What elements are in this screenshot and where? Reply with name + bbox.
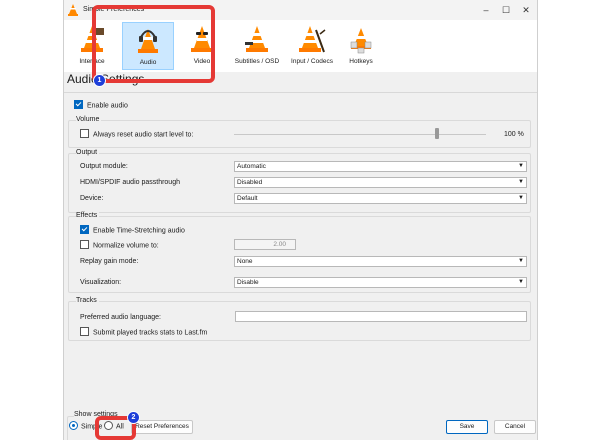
reset-volume-row[interactable]: Always reset audio start level to:: [80, 129, 193, 139]
tab-hotkeys[interactable]: Hotkeys: [340, 22, 382, 68]
visualization-select[interactable]: Disable ▼: [234, 277, 527, 288]
normalize-spinbox[interactable]: 2.00: [234, 239, 296, 250]
passthrough-label: HDMI/SPDIF audio passthrough: [80, 179, 180, 186]
volume-slider-handle[interactable]: [435, 128, 439, 139]
volume-level: 100 %: [504, 131, 524, 138]
step-marker-2: 2: [127, 411, 140, 424]
vlc-cone-subtitles-icon: [245, 26, 268, 52]
replay-gain-select[interactable]: None ▼: [234, 256, 527, 267]
tab-subtitles-osd[interactable]: Subtitles / OSD: [228, 22, 286, 68]
cancel-button[interactable]: Cancel: [494, 420, 536, 434]
vlc-logo-icon: [67, 4, 79, 18]
dropdown-arrow-icon: ▼: [518, 179, 524, 185]
audio-language-input[interactable]: [235, 311, 527, 322]
reset-preferences-button[interactable]: Reset Preferences: [131, 420, 193, 434]
device-label: Device:: [80, 195, 104, 202]
volume-slider-track[interactable]: [234, 134, 486, 135]
replay-gain-label: Replay gain mode:: [80, 258, 139, 265]
vlc-cone-input-icon: [299, 26, 326, 53]
dropdown-arrow-icon: ▼: [518, 279, 524, 285]
output-group-title: Output: [76, 149, 100, 156]
enable-audio-checkbox[interactable]: [74, 100, 83, 109]
lastfm-row[interactable]: Submit played tracks stats to Last.fm: [80, 327, 207, 337]
save-button[interactable]: Save: [446, 420, 488, 434]
passthrough-select[interactable]: Disabled ▼: [234, 177, 527, 188]
reset-volume-checkbox[interactable]: [80, 129, 89, 138]
vlc-cone-hotkeys-icon: [350, 28, 372, 54]
time-stretch-checkbox[interactable]: [80, 225, 89, 234]
dropdown-arrow-icon: ▼: [518, 163, 524, 169]
device-select[interactable]: Default ▼: [234, 193, 527, 204]
settings-panel: Enable audio Volume Always reset audio s…: [64, 92, 537, 407]
dropdown-arrow-icon: ▼: [518, 195, 524, 201]
tracks-group-title: Tracks: [76, 297, 99, 304]
lastfm-checkbox[interactable]: [80, 327, 89, 336]
visualization-label: Visualization:: [80, 279, 122, 286]
output-module-label: Output module:: [80, 163, 128, 170]
close-button[interactable]: ✕: [517, 2, 535, 18]
time-stretch-row[interactable]: Enable Time-Stretching audio: [80, 225, 185, 235]
audio-language-label: Preferred audio language:: [80, 314, 161, 321]
tab-input-codecs[interactable]: Input / Codecs: [286, 22, 338, 68]
output-module-select[interactable]: Automatic ▼: [234, 161, 527, 172]
normalize-checkbox[interactable]: [80, 240, 89, 249]
step-marker-1: 1: [93, 74, 106, 87]
enable-audio-row[interactable]: Enable audio: [74, 100, 128, 110]
dropdown-arrow-icon: ▼: [518, 258, 524, 264]
normalize-row[interactable]: Normalize volume to:: [80, 240, 159, 250]
minimize-button[interactable]: –: [477, 2, 495, 18]
effects-group-title: Effects: [76, 212, 100, 219]
maximize-button[interactable]: ☐: [497, 2, 515, 18]
volume-group-title: Volume: [76, 116, 102, 123]
highlight-box-audio: [92, 5, 215, 83]
simple-radio[interactable]: [69, 421, 78, 430]
